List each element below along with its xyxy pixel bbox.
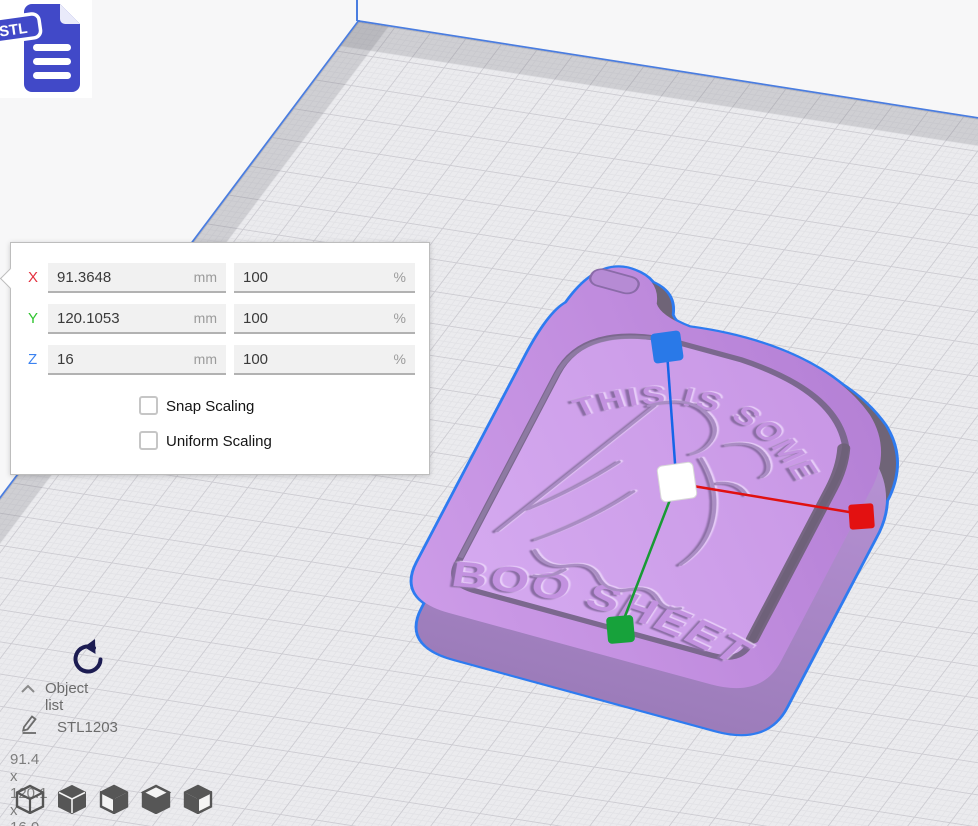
z-percent-unit: % xyxy=(394,351,406,367)
center-scale-handle[interactable] xyxy=(657,462,698,503)
x-percent-unit: % xyxy=(394,269,406,285)
z-size-unit: mm xyxy=(194,351,217,367)
view-right-icon[interactable] xyxy=(182,784,214,814)
z-size-field: mm xyxy=(48,345,226,375)
z-percent-input[interactable] xyxy=(243,351,394,368)
z-size-input[interactable] xyxy=(57,351,194,368)
document-fold-corner xyxy=(60,4,80,24)
x-percent-field: % xyxy=(234,263,415,293)
object-list-item[interactable]: STL1203 xyxy=(57,719,118,736)
x-size-unit: mm xyxy=(194,269,217,285)
x-size-input[interactable] xyxy=(57,269,194,286)
y-percent-unit: % xyxy=(394,310,406,326)
uniform-scaling-checkbox[interactable] xyxy=(139,431,158,450)
x-size-field: mm xyxy=(48,263,226,293)
y-percent-field: % xyxy=(234,304,415,334)
edit-pencil-icon[interactable] xyxy=(20,714,40,734)
y-size-field: mm xyxy=(48,304,226,334)
scale-tool-panel: X mm % Y mm % Z mm xyxy=(10,242,430,475)
y-size-input[interactable] xyxy=(57,310,194,327)
view-top-icon[interactable] xyxy=(98,784,130,814)
x-scale-handle[interactable] xyxy=(848,503,875,530)
snap-scaling-checkbox[interactable] xyxy=(139,396,158,415)
y-scale-handle[interactable] xyxy=(606,615,635,644)
axis-label-z: Z xyxy=(28,351,46,368)
view-orientation-toolbar xyxy=(14,784,214,814)
snap-scaling-label: Snap Scaling xyxy=(166,398,254,415)
reset-scale-button[interactable] xyxy=(66,638,108,682)
view-left-icon[interactable] xyxy=(140,784,172,814)
reset-arrow-icon xyxy=(66,638,108,682)
z-percent-field: % xyxy=(234,345,415,375)
collapse-caret-icon[interactable] xyxy=(20,684,36,694)
view-front-icon[interactable] xyxy=(56,784,88,814)
y-size-unit: mm xyxy=(194,310,217,326)
x-percent-input[interactable] xyxy=(243,269,394,286)
view-3d-icon[interactable] xyxy=(14,784,46,814)
uniform-scaling-label: Uniform Scaling xyxy=(166,433,272,450)
axis-label-x: X xyxy=(28,269,46,286)
axis-label-y: Y xyxy=(28,310,46,327)
y-percent-input[interactable] xyxy=(243,310,394,327)
object-list-header[interactable]: Object list xyxy=(45,680,88,714)
z-scale-handle[interactable] xyxy=(650,330,684,364)
cura-viewport: THIS IS SOME BOO SHEET xyxy=(0,0,978,826)
stl-file-logo: STL xyxy=(0,0,92,98)
